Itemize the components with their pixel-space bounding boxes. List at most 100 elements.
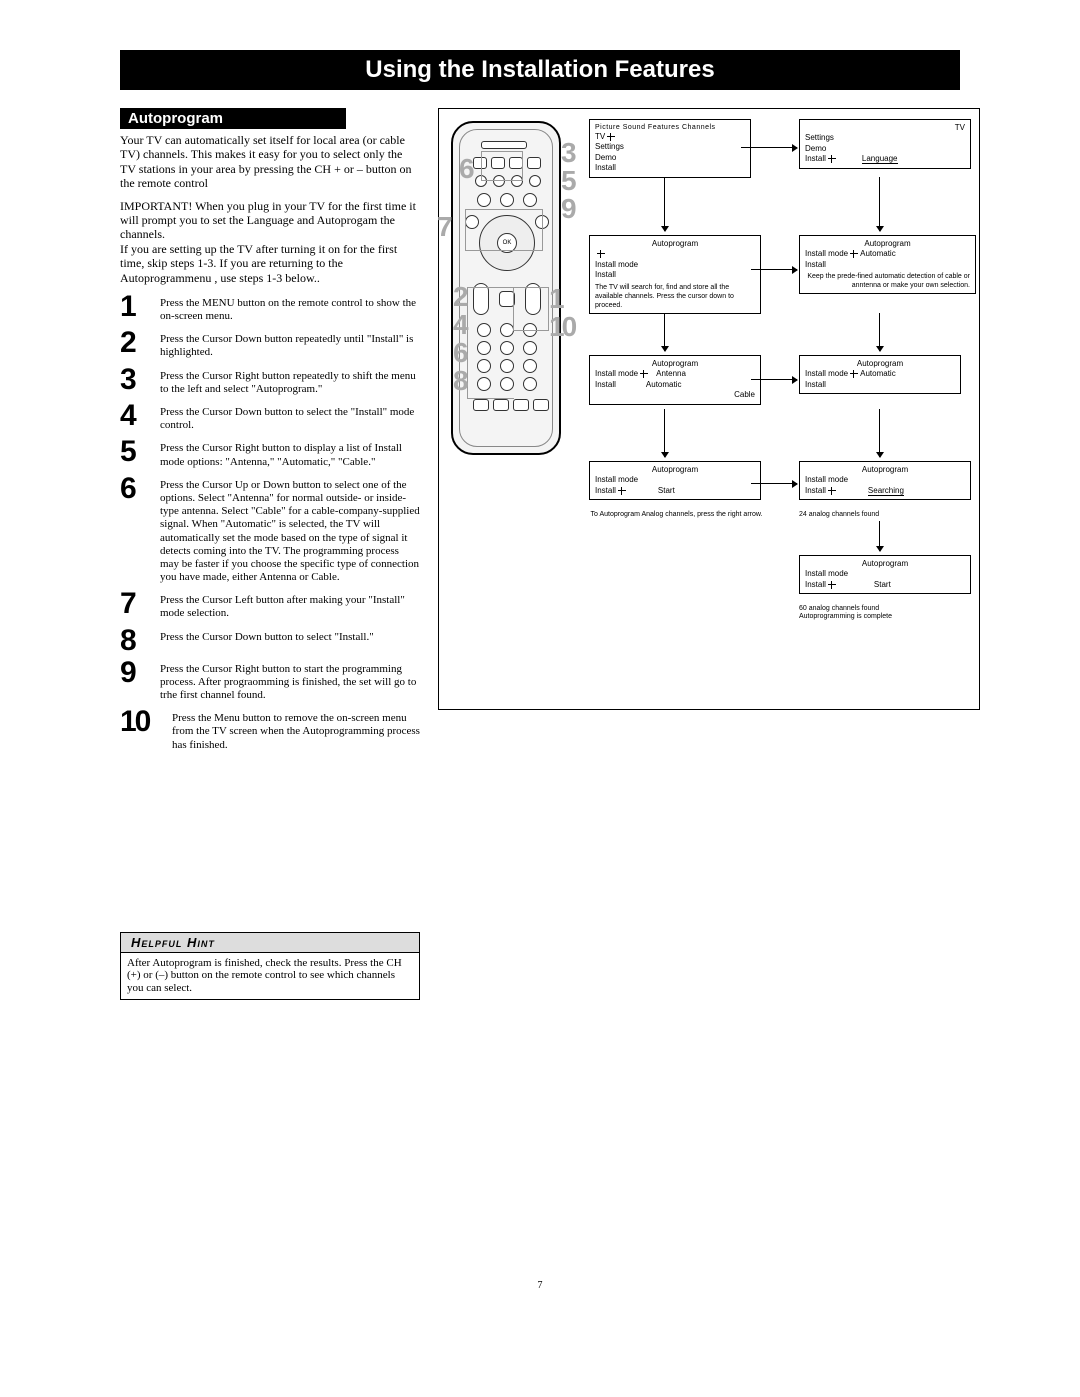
callout-num-3: 3	[561, 139, 577, 167]
step-text-2: Press the Cursor Down button repeatedly …	[160, 331, 420, 359]
menu3-item2: Install	[595, 270, 755, 280]
step-3: 3 Press the Cursor Right button repeatedl…	[120, 368, 420, 396]
section-subtitle: Autoprogram	[120, 108, 346, 129]
menu1-item3: Demo	[595, 153, 745, 163]
callout-num-1: 1	[549, 285, 565, 313]
menu8-item1: Install mode	[805, 475, 965, 485]
callout-num-8: 8	[453, 367, 469, 395]
page-number: 7	[120, 1280, 960, 1291]
menu6-title: Autoprogram	[805, 359, 955, 369]
callout-num-9: 9	[561, 195, 577, 223]
menu2-right: Language	[862, 154, 898, 164]
menu5-opt2: Automatic	[646, 380, 682, 389]
menu5-title: Autoprogram	[595, 359, 755, 369]
steps-list: 1Press the MENU button on the remote con…	[120, 295, 420, 752]
callout-frame-left	[467, 287, 514, 399]
menu5-opt3: Cable	[734, 390, 755, 399]
callout-num-5: 5	[561, 167, 577, 195]
step-5: 5 Press the Cursor Right button to displa…	[120, 440, 420, 468]
menu9-item1: Install mode	[805, 569, 965, 579]
menu3-note: The TV will search for, find and store a…	[595, 283, 755, 310]
menu8-caption: 24 analog channels found	[799, 511, 879, 519]
menu-box-3: Autoprogram Install mode Install The TV …	[589, 235, 761, 314]
right-column: OK	[438, 108, 980, 1000]
step-num-9: 9	[120, 661, 152, 703]
menu5-opt1: Antenna	[656, 369, 686, 378]
menu9-title: Autoprogram	[805, 559, 965, 569]
step-6: 6Press the Cursor Up or Down button to s…	[120, 477, 420, 585]
step-text-4: Press the Cursor Down button to select t…	[160, 404, 420, 432]
menu6-right: Automatic	[860, 369, 896, 378]
callout-num-4: 4	[453, 311, 469, 339]
intro-p3: If you are setting up the TV after turni…	[120, 242, 420, 285]
callout-num-6b: 6	[453, 339, 469, 367]
callout-frame-dpad	[465, 209, 543, 251]
step-text-5: Press the Cursor Right button to display…	[160, 440, 420, 468]
step-8: 8 Press the Cursor Down button to select …	[120, 629, 420, 653]
intro-p2: IMPORTANT! When you plug in your TV for …	[120, 199, 420, 242]
menu-box-2: TV Settings Demo Install Language	[799, 119, 971, 169]
step-num-7: 7	[120, 592, 152, 620]
callout-num-2: 2	[453, 283, 469, 311]
step-7: 7 Press the Cursor Left button after maki…	[120, 592, 420, 620]
diagram-box: OK	[438, 108, 980, 710]
menu-box-6: Autoprogram Install modeAutomatic Instal…	[799, 355, 961, 394]
step-4: 4 Press the Cursor Down button to select …	[120, 404, 420, 432]
menu7-item2: Install	[595, 486, 616, 495]
menu7-item1: Install mode	[595, 475, 755, 485]
menu5-item1: Install mode	[595, 369, 638, 378]
menu1-item4: Install	[595, 163, 745, 173]
helpful-hint-box: Helpful Hint After Autoprogram is finish…	[120, 932, 420, 1000]
menu2-item3: Install	[805, 154, 826, 163]
menu3-item1: Install mode	[595, 260, 755, 270]
menu9-right: Start	[874, 580, 891, 589]
step-text-10: Press the Menu button to remove the on-s…	[172, 710, 420, 752]
step-num-3: 3	[120, 368, 152, 396]
menu4-item1: Install mode	[805, 249, 848, 258]
hint-title: Helpful Hint	[121, 933, 419, 953]
menu8-title: Autoprogram	[805, 465, 965, 475]
callout-frame-right	[513, 287, 549, 331]
menu7-title: Autoprogram	[595, 465, 755, 475]
step-text-8: Press the Cursor Down button to select "…	[160, 629, 420, 653]
step-num-4: 4	[120, 404, 152, 432]
step-10: 10Press the Menu button to remove the on…	[120, 710, 420, 752]
menu1-header: Picture Sound Features Channels	[595, 123, 745, 132]
step-num-5: 5	[120, 440, 152, 468]
menu2-hdr: TV	[805, 123, 965, 133]
menu9-caption: 60 analog channels found Autoprogramming…	[799, 605, 892, 620]
intro-p1: Your TV can automatically set itself for…	[120, 133, 420, 191]
menu4-right: Automatic	[860, 249, 896, 258]
page-title: Using the Installation Features	[120, 50, 960, 90]
menu-box-9: Autoprogram Install mode Install Start	[799, 555, 971, 594]
step-num-6: 6	[120, 477, 152, 585]
menu4-note: Keep the prede-fined automatic detection…	[805, 272, 970, 290]
step-text-7: Press the Cursor Left button after makin…	[160, 592, 420, 620]
step-text-3: Press the Cursor Right button repeatedly…	[160, 368, 420, 396]
menu-box-5: Autoprogram Install mode Antenna Install A…	[589, 355, 761, 405]
menu-box-8: Autoprogram Install mode InstallSearchin…	[799, 461, 971, 500]
step-num-2: 2	[120, 331, 152, 359]
step-text-9: Press the Cursor Right button to start t…	[160, 661, 420, 703]
menu3-title: Autoprogram	[595, 239, 755, 249]
callout-frame-top	[481, 151, 523, 181]
menu2-item1: Settings	[805, 133, 965, 143]
callout-num-10: 10	[549, 313, 574, 341]
callout-num-6a: 6	[459, 155, 475, 183]
menu1-item2: Settings	[595, 142, 745, 152]
menu6-item1: Install mode	[805, 369, 848, 378]
menu7-right: Start	[658, 486, 675, 495]
menu8-right: Searching	[868, 486, 904, 496]
menu2-item2: Demo	[805, 144, 965, 154]
step-num-1: 1	[120, 295, 152, 323]
step-num-8: 8	[120, 629, 152, 653]
menu9-item2: Install	[805, 580, 826, 589]
menu7-caption: To Autoprogram Analog channels, press th…	[589, 511, 764, 519]
menu4-title: Autoprogram	[805, 239, 970, 249]
menu5-item2: Install	[595, 380, 616, 389]
menu4-item2: Install	[805, 260, 970, 270]
menu-box-7: Autoprogram Install mode Install Start	[589, 461, 761, 500]
left-column: Autoprogram Your TV can automatically se…	[120, 108, 420, 1000]
step-2: 2 Press the Cursor Down button repeatedly…	[120, 331, 420, 359]
step-text-6: Press the Cursor Up or Down button to se…	[160, 477, 420, 585]
